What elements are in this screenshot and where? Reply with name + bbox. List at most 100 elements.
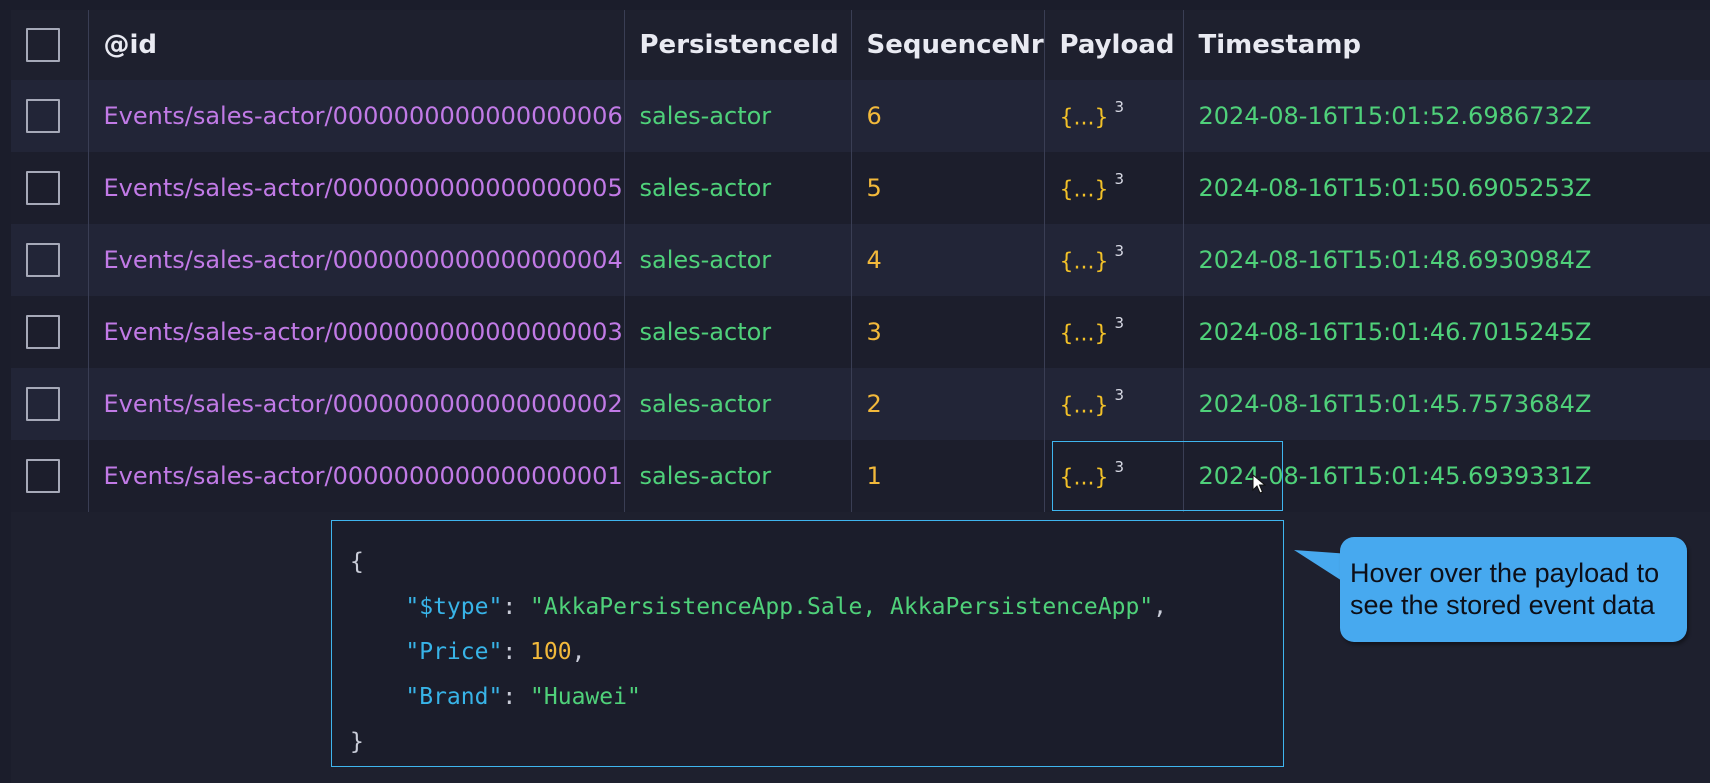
timestamp-value: 2024-08-16T15:01:48.6930984Z bbox=[1198, 246, 1592, 274]
json-field-line: "Price": 100, bbox=[405, 639, 586, 665]
payload-object-glyph: {...} bbox=[1059, 249, 1109, 275]
payload-object-glyph: {...} bbox=[1059, 177, 1109, 203]
payload-tooltip: { "$type": "AkkaPersistenceApp.Sale, Akk… bbox=[331, 520, 1284, 767]
payload-cell[interactable]: {...} 3 bbox=[1044, 224, 1184, 296]
row-checkbox[interactable] bbox=[26, 99, 60, 133]
document-id-link[interactable]: Events/sales-actor/0000000000000000006 bbox=[89, 102, 623, 130]
table-row[interactable]: Events/sales-actor/0000000000000000005 sa… bbox=[11, 152, 1710, 224]
row-checkbox[interactable] bbox=[26, 387, 60, 421]
persistenceid-cell[interactable]: sales-actor bbox=[624, 152, 852, 224]
table-row[interactable]: Events/sales-actor/0000000000000000004 sa… bbox=[11, 224, 1710, 296]
row-select-cell[interactable] bbox=[11, 80, 89, 152]
sequencenr-cell[interactable]: 3 bbox=[851, 296, 1045, 368]
id-cell[interactable]: Events/sales-actor/0000000000000000006 bbox=[88, 80, 625, 152]
column-header-id[interactable]: @id bbox=[88, 10, 625, 80]
sequencenr-cell[interactable]: 6 bbox=[851, 80, 1045, 152]
timestamp-cell[interactable]: 2024-08-16T15:01:46.7015245Z bbox=[1183, 296, 1710, 368]
column-header-persistenceid[interactable]: PersistenceId bbox=[624, 10, 852, 80]
id-cell[interactable]: Events/sales-actor/0000000000000000002 bbox=[88, 368, 625, 440]
sequencenr-cell[interactable]: 5 bbox=[851, 152, 1045, 224]
id-cell[interactable]: Events/sales-actor/0000000000000000001 bbox=[88, 440, 625, 512]
json-field-line: "$type": "AkkaPersistenceApp.Sale, AkkaP… bbox=[405, 594, 1168, 620]
id-cell[interactable]: Events/sales-actor/0000000000000000005 bbox=[88, 152, 625, 224]
id-cell[interactable]: Events/sales-actor/0000000000000000004 bbox=[88, 224, 625, 296]
json-field-line: "Brand": "Huawei" bbox=[405, 684, 641, 710]
json-key: "$type" bbox=[405, 594, 503, 620]
payload-cell[interactable]: {...} 3 bbox=[1044, 152, 1184, 224]
timestamp-value: 2024-08-16T15:01:52.6986732Z bbox=[1198, 102, 1592, 130]
json-value: "Huawei" bbox=[530, 684, 641, 710]
persistenceid-cell[interactable]: sales-actor bbox=[624, 368, 852, 440]
column-header-sequencenr[interactable]: SequenceNr bbox=[851, 10, 1045, 80]
timestamp-value: 2024-08-16T15:01:50.6905253Z bbox=[1198, 174, 1592, 202]
json-open-brace: { bbox=[350, 549, 364, 575]
payload-preview[interactable]: {...} 3 bbox=[1045, 98, 1125, 131]
column-header-payload[interactable]: Payload bbox=[1044, 10, 1184, 80]
payload-object-glyph: {...} bbox=[1059, 321, 1109, 347]
select-all-checkbox[interactable] bbox=[26, 28, 60, 62]
select-all-cell[interactable] bbox=[11, 10, 89, 80]
timestamp-cell[interactable]: 2024-08-16T15:01:45.7573684Z bbox=[1183, 368, 1710, 440]
row-select-cell[interactable] bbox=[11, 152, 89, 224]
table-row[interactable]: Events/sales-actor/0000000000000000002 sa… bbox=[11, 368, 1710, 440]
json-value: "AkkaPersistenceApp.Sale, AkkaPersistenc… bbox=[530, 594, 1154, 620]
persistenceid-cell[interactable]: sales-actor bbox=[624, 440, 852, 512]
timestamp-cell[interactable]: 2024-08-16T15:01:48.6930984Z bbox=[1183, 224, 1710, 296]
document-id-link[interactable]: Events/sales-actor/0000000000000000002 bbox=[89, 390, 623, 418]
timestamp-cell[interactable]: 2024-08-16T15:01:52.6986732Z bbox=[1183, 80, 1710, 152]
json-close-brace: } bbox=[350, 729, 364, 755]
table-row[interactable]: Events/sales-actor/0000000000000000006 sa… bbox=[11, 80, 1710, 152]
payload-object-glyph: {...} bbox=[1059, 465, 1109, 491]
document-id-link[interactable]: Events/sales-actor/0000000000000000005 bbox=[89, 174, 623, 202]
sequencenr-cell[interactable]: 1 bbox=[851, 440, 1045, 512]
persistence-id-value: sales-actor bbox=[639, 174, 772, 202]
payload-preview[interactable]: {...} 3 bbox=[1045, 458, 1125, 491]
payload-property-count: 3 bbox=[1114, 313, 1125, 332]
payload-cell[interactable]: {...} 3 bbox=[1044, 296, 1184, 368]
table-row[interactable]: Events/sales-actor/0000000000000000001 sa… bbox=[11, 440, 1710, 512]
json-separator: , bbox=[1153, 594, 1168, 620]
persistence-id-value: sales-actor bbox=[639, 390, 772, 418]
payload-object-glyph: {...} bbox=[1059, 393, 1109, 419]
row-checkbox[interactable] bbox=[26, 171, 60, 205]
table-row[interactable]: Events/sales-actor/0000000000000000003 sa… bbox=[11, 296, 1710, 368]
timestamp-value: 2024-08-16T15:01:46.7015245Z bbox=[1198, 318, 1592, 346]
row-select-cell[interactable] bbox=[11, 440, 89, 512]
timestamp-cell[interactable]: 2024-08-16T15:01:50.6905253Z bbox=[1183, 152, 1710, 224]
sequence-nr-value: 1 bbox=[866, 462, 882, 490]
table-header-row: @id PersistenceId SequenceNr Payload Tim… bbox=[11, 10, 1710, 80]
document-id-link[interactable]: Events/sales-actor/0000000000000000001 bbox=[89, 462, 623, 490]
document-id-link[interactable]: Events/sales-actor/0000000000000000003 bbox=[89, 318, 623, 346]
sequencenr-cell[interactable]: 4 bbox=[851, 224, 1045, 296]
documents-table: @id PersistenceId SequenceNr Payload Tim… bbox=[11, 10, 1710, 512]
payload-preview[interactable]: {...} 3 bbox=[1045, 170, 1125, 203]
payload-preview[interactable]: {...} 3 bbox=[1045, 386, 1125, 419]
persistenceid-cell[interactable]: sales-actor bbox=[624, 224, 852, 296]
payload-object-glyph: {...} bbox=[1059, 105, 1109, 131]
persistence-id-value: sales-actor bbox=[639, 318, 772, 346]
payload-property-count: 3 bbox=[1114, 241, 1125, 260]
row-select-cell[interactable] bbox=[11, 224, 89, 296]
persistence-id-value: sales-actor bbox=[639, 246, 772, 274]
hint-callout: Hover over the payload to see the stored… bbox=[1340, 537, 1687, 642]
payload-cell[interactable]: {...} 3 bbox=[1044, 80, 1184, 152]
sequencenr-cell[interactable]: 2 bbox=[851, 368, 1045, 440]
row-checkbox[interactable] bbox=[26, 243, 60, 277]
sequence-nr-value: 5 bbox=[866, 174, 882, 202]
payload-cell[interactable]: {...} 3 bbox=[1044, 440, 1184, 512]
mouse-cursor-icon bbox=[1252, 474, 1266, 494]
payload-cell[interactable]: {...} 3 bbox=[1044, 368, 1184, 440]
persistenceid-cell[interactable]: sales-actor bbox=[624, 296, 852, 368]
persistenceid-cell[interactable]: sales-actor bbox=[624, 80, 852, 152]
document-id-link[interactable]: Events/sales-actor/0000000000000000004 bbox=[89, 246, 623, 274]
payload-preview[interactable]: {...} 3 bbox=[1045, 242, 1125, 275]
id-cell[interactable]: Events/sales-actor/0000000000000000003 bbox=[88, 296, 625, 368]
json-value: 100 bbox=[530, 639, 572, 665]
row-select-cell[interactable] bbox=[11, 368, 89, 440]
row-checkbox[interactable] bbox=[26, 459, 60, 493]
payload-property-count: 3 bbox=[1114, 385, 1125, 404]
column-header-timestamp[interactable]: Timestamp bbox=[1183, 10, 1710, 80]
row-select-cell[interactable] bbox=[11, 296, 89, 368]
payload-preview[interactable]: {...} 3 bbox=[1045, 314, 1125, 347]
row-checkbox[interactable] bbox=[26, 315, 60, 349]
